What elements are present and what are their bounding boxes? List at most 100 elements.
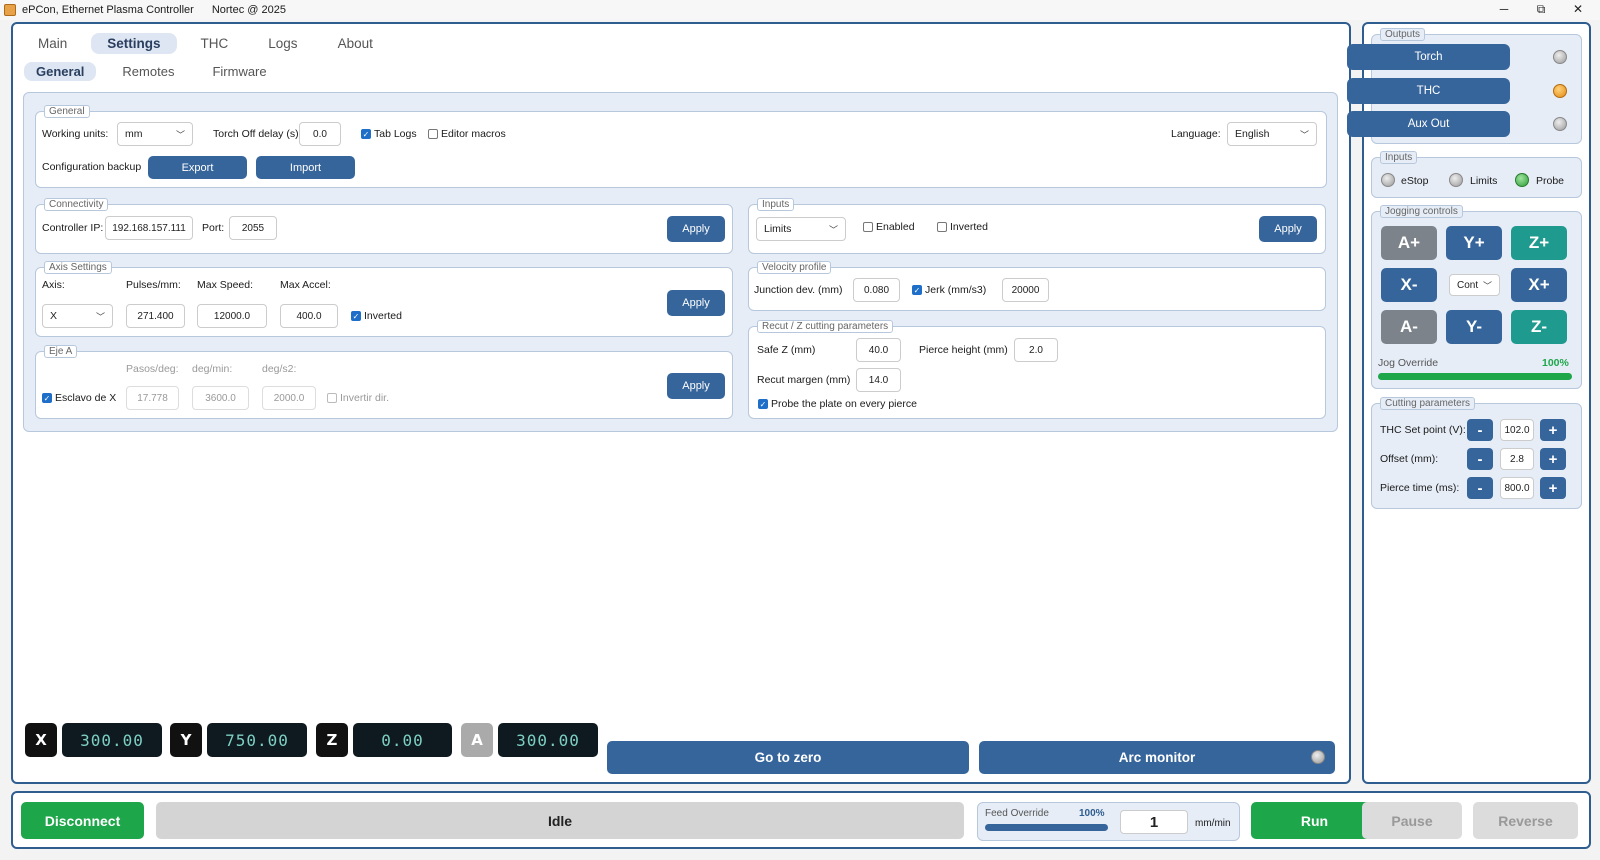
connectivity-apply-button[interactable]: Apply: [667, 216, 725, 242]
jerk-checkbox[interactable]: ✓ Jerk (mm/s3): [912, 284, 986, 296]
recut-margen-input[interactable]: 14.0: [856, 368, 901, 392]
jerk-input[interactable]: 20000: [1002, 278, 1049, 302]
thc-plus-button[interactable]: +: [1540, 419, 1566, 441]
port-input[interactable]: 2055: [229, 216, 277, 240]
arc-monitor-button[interactable]: Arc monitor: [979, 741, 1335, 774]
thc-minus-button[interactable]: -: [1467, 419, 1493, 441]
feed-rate-input[interactable]: 1: [1120, 810, 1188, 834]
esclavo-label: Esclavo de X: [55, 392, 117, 404]
recut-margen-label: Recut margen (mm): [757, 374, 851, 386]
go-to-zero-button[interactable]: Go to zero: [607, 741, 969, 774]
editor-macros-checkbox[interactable]: Editor macros: [428, 128, 506, 140]
a-axis-label: A: [461, 723, 493, 757]
run-button[interactable]: Run: [1251, 802, 1378, 839]
jog-x-minus-button[interactable]: X-: [1381, 268, 1437, 302]
jog-a-minus-button[interactable]: A-: [1381, 310, 1437, 344]
axis-apply-button[interactable]: Apply: [667, 290, 725, 316]
torch-off-delay-input[interactable]: 0.0: [299, 122, 341, 146]
axis-select[interactable]: X ﹀: [42, 304, 113, 328]
torch-button[interactable]: Torch: [1347, 44, 1510, 70]
degmin-input[interactable]: 3600.0: [192, 386, 249, 410]
tab-about[interactable]: About: [322, 33, 389, 54]
working-units-select[interactable]: mm ﹀: [117, 122, 193, 146]
title-bar: ePCon, Ethernet Plasma Controller Nortec…: [0, 0, 1600, 20]
probe-plate-checkbox[interactable]: ✓ Probe the plate on every pierce: [758, 398, 917, 410]
offset-minus-button[interactable]: -: [1467, 448, 1493, 470]
tab-logs-label: Tab Logs: [374, 128, 417, 140]
jog-override-slider[interactable]: [1378, 373, 1572, 380]
port-label: Port:: [202, 222, 225, 234]
eje-a-apply-button[interactable]: Apply: [667, 373, 725, 399]
pierce-time-input[interactable]: 800.0: [1500, 477, 1534, 499]
tab-thc[interactable]: THC: [185, 33, 245, 54]
language-select[interactable]: English ﹀: [1227, 122, 1317, 146]
inputs-apply-button[interactable]: Apply: [1259, 216, 1317, 242]
input-select-value: Limits: [764, 223, 792, 235]
minimize-icon[interactable]: ─: [1494, 2, 1514, 18]
jog-y-minus-button[interactable]: Y-: [1446, 310, 1502, 344]
chevron-down-icon: ﹀: [828, 225, 838, 235]
tab-settings[interactable]: Settings: [91, 33, 177, 54]
max-speed-input[interactable]: 12000.0: [197, 304, 267, 328]
maximize-icon[interactable]: ⧉: [1531, 2, 1551, 18]
inputs-panel-legend: Inputs: [1380, 151, 1418, 164]
esclavo-checkbox[interactable]: ✓ Esclavo de X: [42, 392, 116, 404]
checkbox-icon: [937, 222, 947, 232]
pierce-height-input[interactable]: 2.0: [1014, 338, 1058, 362]
offset-plus-button[interactable]: +: [1540, 448, 1566, 470]
jog-override-label: Jog Override: [1378, 357, 1439, 369]
import-button[interactable]: Import: [256, 156, 355, 179]
subtab-general[interactable]: General: [24, 62, 97, 81]
pulses-input[interactable]: 271.400: [126, 304, 185, 328]
pierce-time-label: Pierce time (ms):: [1380, 482, 1460, 494]
aux-out-button[interactable]: Aux Out: [1347, 111, 1510, 137]
degs2-input[interactable]: 2000.0: [262, 386, 316, 410]
junction-dev-input[interactable]: 0.080: [853, 278, 900, 302]
probe-plate-label: Probe the plate on every pierce: [771, 398, 917, 410]
safe-z-input[interactable]: 40.0: [856, 338, 901, 362]
thc-button[interactable]: THC: [1347, 78, 1510, 104]
torch-off-delay-label: Torch Off delay (s): [213, 128, 299, 140]
tab-main[interactable]: Main: [22, 33, 83, 54]
pasos-input[interactable]: 17.778: [126, 386, 179, 410]
input-inverted-checkbox[interactable]: Inverted: [937, 221, 988, 233]
max-accel-input[interactable]: 400.0: [280, 304, 338, 328]
reverse-button[interactable]: Reverse: [1473, 802, 1578, 839]
input-enabled-checkbox[interactable]: Enabled: [863, 221, 915, 233]
status-display: Idle: [156, 802, 964, 839]
jog-mode-select[interactable]: Cont ﹀: [1449, 274, 1500, 296]
pierce-plus-button[interactable]: +: [1540, 477, 1566, 499]
subtab-firmware[interactable]: Firmware: [200, 62, 278, 81]
pulses-label: Pulses/mm:: [126, 279, 181, 291]
pause-button[interactable]: Pause: [1362, 802, 1462, 839]
invertir-checkbox[interactable]: Invertir dir.: [327, 392, 389, 404]
feed-override-slider[interactable]: [985, 824, 1108, 831]
tab-logs[interactable]: Logs: [252, 33, 313, 54]
thc-set-point-input[interactable]: 102.0: [1500, 419, 1534, 441]
checkbox-icon: [863, 222, 873, 232]
aux-out-label: Aux Out: [1407, 118, 1450, 130]
axis-inverted-label: Inverted: [364, 310, 402, 322]
jog-x-plus-button[interactable]: X+: [1511, 268, 1567, 302]
invertir-label: Invertir dir.: [340, 392, 390, 404]
axis-inverted-checkbox[interactable]: ✓ Inverted: [351, 310, 402, 322]
input-select[interactable]: Limits ﹀: [756, 217, 846, 241]
jog-y-plus-button[interactable]: Y+: [1446, 226, 1502, 260]
close-icon[interactable]: ✕: [1568, 2, 1588, 18]
pierce-minus-button[interactable]: -: [1467, 477, 1493, 499]
disconnect-button[interactable]: Disconnect: [21, 802, 144, 839]
jog-z-plus-button[interactable]: Z+: [1511, 226, 1567, 260]
feed-override-value: 100%: [1079, 808, 1105, 819]
subtab-remotes[interactable]: Remotes: [110, 62, 186, 81]
sub-tabs: General Remotes Firmware: [24, 62, 293, 81]
jog-z-minus-button[interactable]: Z-: [1511, 310, 1567, 344]
tab-logs-checkbox[interactable]: ✓ Tab Logs: [361, 128, 417, 140]
offset-input[interactable]: 2.8: [1500, 448, 1534, 470]
jog-a-plus-button[interactable]: A+: [1381, 226, 1437, 260]
controller-ip-input[interactable]: 192.168.157.111: [105, 216, 193, 240]
velocity-profile-legend: Velocity profile: [757, 261, 832, 274]
max-accel-label: Max Accel:: [280, 279, 331, 291]
axis-value: X: [50, 310, 58, 322]
export-button[interactable]: Export: [148, 156, 247, 179]
degmin-label: deg/min:: [192, 363, 233, 375]
